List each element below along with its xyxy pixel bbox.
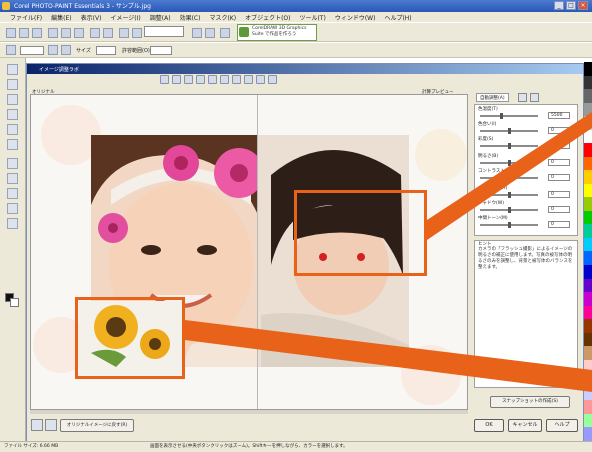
callout-pointers [185, 112, 592, 392]
red-eye-callout-pointer [427, 112, 592, 240]
sunflower-callout-pointer [185, 320, 592, 392]
